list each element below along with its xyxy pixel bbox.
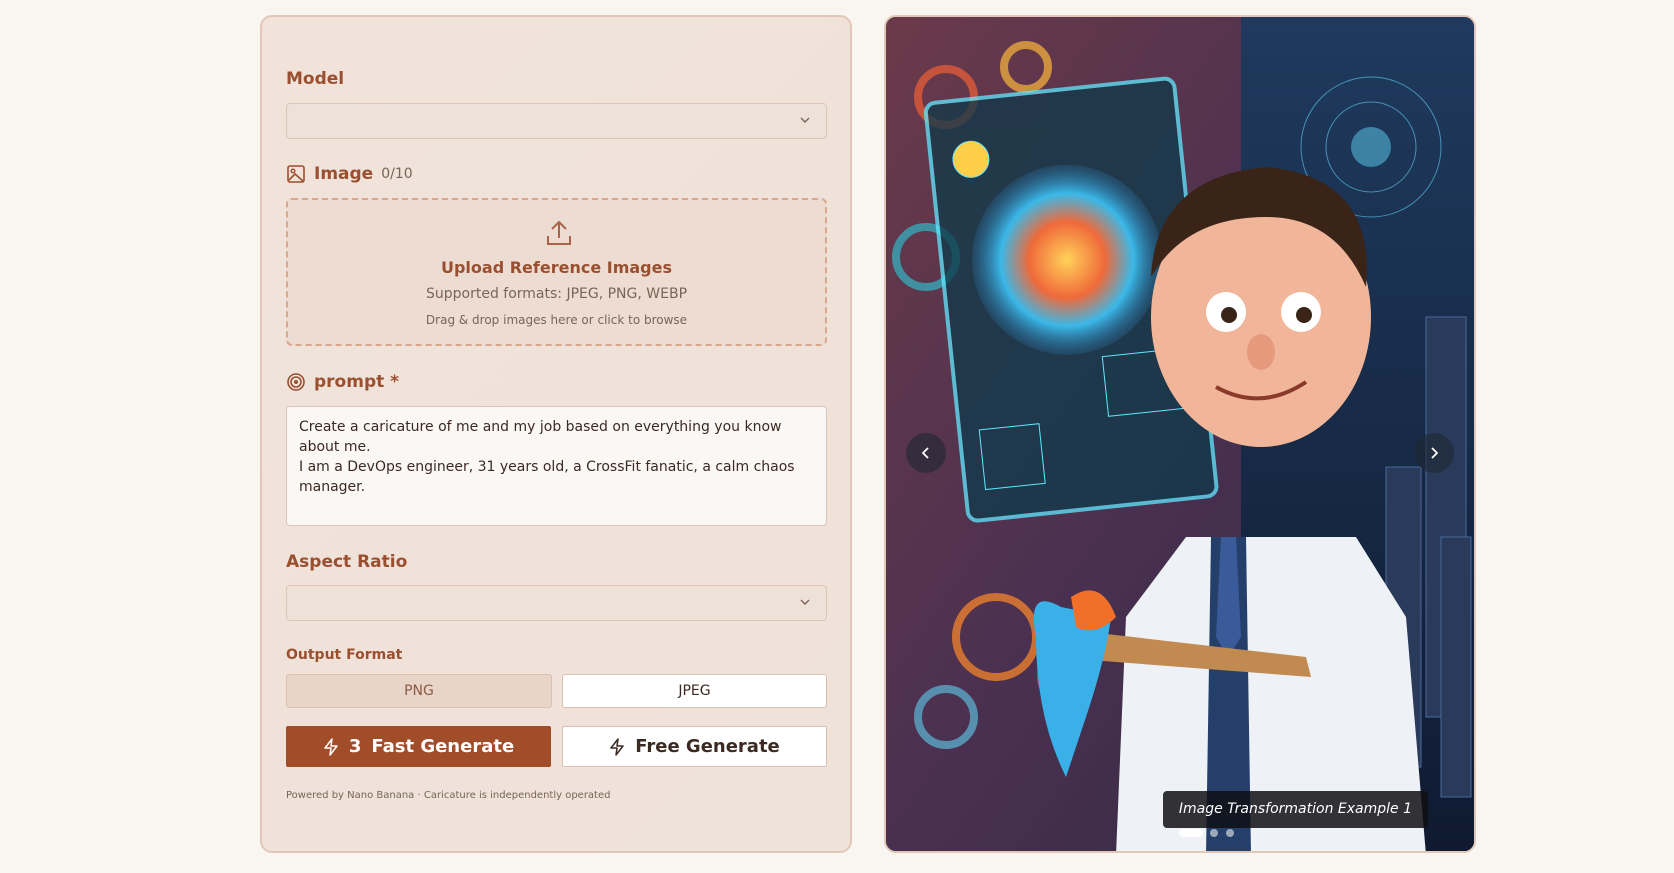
lightning-icon (324, 737, 338, 756)
carousel-caption: Image Transformation Example 1 (1162, 791, 1428, 828)
chevron-down-icon (800, 117, 810, 123)
fast-generate-button[interactable]: 3 Fast Generate (286, 726, 551, 767)
fast-generate-label: Fast Generate (371, 736, 515, 757)
model-label: Model (286, 69, 345, 89)
prompt-label: prompt * (314, 372, 400, 392)
carousel-prev-button[interactable] (906, 433, 946, 473)
lightning-icon (610, 737, 624, 756)
upload-icon (547, 220, 571, 245)
upload-title: Upload Reference Images (440, 258, 672, 277)
image-icon (287, 165, 305, 183)
upload-dropzone[interactable]: Upload Reference Images Supported format… (286, 198, 827, 346)
carousel-next-button[interactable] (1414, 433, 1454, 473)
upload-hint: Drag & drop images here or click to brow… (425, 313, 688, 327)
footer-note: Powered by Nano Banana · Caricature is i… (286, 790, 611, 801)
image-count: 0/10 (381, 166, 413, 182)
generation-form: Model Image 0/10 Upload Reference Images… (260, 15, 852, 853)
model-select[interactable] (286, 103, 827, 139)
chevron-left-icon (921, 447, 929, 459)
aspect-ratio-label: Aspect Ratio (286, 552, 408, 572)
image-header: Image 0/10 (286, 164, 413, 184)
output-format-label: Output Format (286, 647, 403, 663)
prompt-header: prompt * (286, 372, 399, 392)
format-png-button[interactable]: PNG (286, 674, 552, 708)
example-image (886, 17, 1474, 851)
chevron-down-icon (800, 599, 810, 605)
carousel-dot-2[interactable] (1210, 829, 1218, 837)
aspect-ratio-select[interactable] (286, 585, 827, 621)
target-icon (287, 373, 305, 391)
carousel-dot-3[interactable] (1226, 829, 1234, 837)
free-generate-button[interactable]: Free Generate (562, 726, 827, 767)
format-jpeg-button[interactable]: JPEG (562, 674, 827, 708)
carousel-dot-1[interactable] (1179, 829, 1203, 837)
fast-generate-count: 3 (348, 736, 362, 757)
prompt-textarea[interactable]: Create a caricature of me and my job bas… (286, 406, 827, 526)
chevron-right-icon (1431, 447, 1439, 459)
free-generate-label: Free Generate (635, 736, 780, 757)
upload-formats: Supported formats: JPEG, PNG, WEBP (425, 286, 688, 302)
example-carousel: Image Transformation Example 1 (884, 15, 1476, 853)
image-label: Image (314, 164, 374, 184)
